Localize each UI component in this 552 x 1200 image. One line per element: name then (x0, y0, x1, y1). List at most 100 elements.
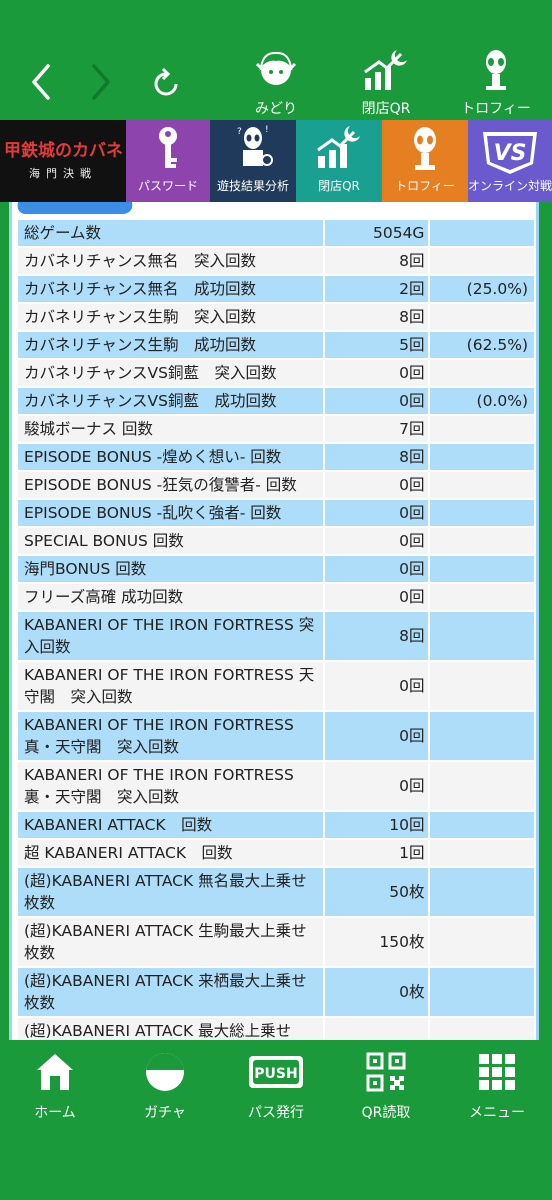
back-button[interactable] (28, 62, 54, 106)
stat-name: SPECIAL BONUS 回数 (18, 528, 324, 554)
stats-row: (超)KABANERI ATTACK 来栖最大上乗せ枚数 0枚 (18, 968, 534, 1016)
stat-name: EPISODE BONUS -乱吹く強者- 回数 (18, 500, 324, 526)
stat-percent (430, 248, 534, 274)
stats-row: (超)KABANERI ATTACK 無名最大上乗せ枚数 50枚 (18, 868, 534, 916)
stat-value: 0回 (325, 662, 429, 710)
closing-qr-label: 閉店QR (361, 101, 411, 117)
stats-row: EPISODE BONUS -煌めく想い- 回数 8回 (18, 444, 534, 470)
stat-percent (430, 840, 534, 866)
stats-row: SPECIAL BONUS 回数 0回 (18, 528, 534, 554)
stat-name: カバネリチャンス生駒 突入回数 (18, 304, 324, 330)
stat-name: KABANERI OF THE IRON FORTRESS 天守閣 突入回数 (18, 662, 324, 710)
category-analysis[interactable]: ?! 遊技結果分析 (210, 120, 296, 202)
menu-button[interactable]: メニュー (442, 1050, 552, 1122)
push-pass-icon: PUSH (249, 1056, 303, 1088)
stat-name: カバネリチャンス無名 突入回数 (18, 248, 324, 274)
pass-issue-button[interactable]: PUSH パス発行 (221, 1050, 331, 1122)
stat-value: 0回 (325, 712, 429, 760)
closing-qr-chart-icon (364, 50, 407, 90)
stat-value: 5054G (325, 220, 429, 246)
category-password[interactable]: パスワード (126, 120, 210, 202)
stat-value: 7回 (325, 416, 429, 442)
stats-row: フリーズ高確 成功回数 0回 (18, 584, 534, 610)
stat-percent (430, 584, 534, 610)
category-closing-qr[interactable]: 閉店QR (296, 120, 382, 202)
stat-name: (超)KABANERI ATTACK 無名最大上乗せ枚数 (18, 868, 324, 916)
home-button[interactable]: ホーム (0, 1050, 110, 1122)
stat-name: カバネリチャンスVS銅藍 成功回数 (18, 388, 324, 414)
menu-label: メニュー (469, 1105, 525, 1121)
chevron-right-icon (92, 64, 110, 100)
app-root: みどり 閉店QR トロフィー 甲鉄城のカバネリ 海門決戦 パスワード ? ! 遊… (0, 0, 552, 1200)
category-online-vs-label: オンライン対戦 (468, 179, 552, 193)
closing-qr-chart-icon (317, 126, 360, 168)
trophy-button[interactable]: トロフィー (448, 48, 544, 118)
stats-row: カバネリチャンスVS銅藍 突入回数 0回 (18, 360, 534, 386)
grid-menu-icon (479, 1054, 515, 1090)
stat-value: 8回 (325, 612, 429, 660)
stat-value: 0回 (325, 360, 429, 386)
category-password-label: パスワード (137, 179, 198, 193)
qr-code-icon (366, 1052, 406, 1092)
category-bar: 甲鉄城のカバネリ 海門決戦 パスワード ?! 遊技結果分析 閉店QR トロフィー… (0, 120, 552, 202)
stat-value: 2回 (325, 276, 429, 302)
chevron-left-icon (32, 64, 50, 100)
stat-percent (430, 528, 534, 554)
stats-row: EPISODE BONUS -乱吹く強者- 回数 0回 (18, 500, 534, 526)
category-trophy[interactable]: トロフィー (382, 120, 468, 202)
stat-percent (430, 556, 534, 582)
gacha-button[interactable]: ガチャ (110, 1050, 220, 1122)
stat-value: 8回 (325, 444, 429, 470)
category-trophy-label: トロフィー (395, 179, 455, 193)
stats-row: 海門BONUS 回数 0回 (18, 556, 534, 582)
stats-row: カバネリチャンスVS銅藍 成功回数 0回 (0.0%) (18, 388, 534, 414)
stat-value: 0回 (325, 388, 429, 414)
stat-name: (超)KABANERI ATTACK 来栖最大上乗せ枚数 (18, 968, 324, 1016)
stats-panel: 総ゲーム数 5054G カバネリチャンス無名 突入回数 8回 カバネリチャンス無名 成功… (9, 202, 539, 1040)
stat-value: 0回 (325, 528, 429, 554)
forward-button[interactable] (88, 62, 114, 106)
stat-value: 0枚 (325, 968, 429, 1016)
stat-value: 0回 (325, 584, 429, 610)
stat-value: 150枚 (325, 918, 429, 966)
stat-percent (430, 360, 534, 386)
reload-button[interactable] (152, 66, 182, 102)
stat-value: 5回 (325, 332, 429, 358)
stat-name: KABANERI OF THE IRON FORTRESS 真・天守閣 突入回数 (18, 712, 324, 760)
stat-percent: (62.5%) (430, 332, 534, 358)
category-online-vs[interactable]: VS ONLINE オンライン対戦 (468, 120, 552, 202)
svg-text:?: ? (237, 127, 242, 137)
stats-row: KABANERI OF THE IRON FORTRESS 突入回数 8回 (18, 612, 534, 660)
stat-value: 10回 (325, 812, 429, 838)
stat-value: 0回 (325, 472, 429, 498)
stat-name: 海門BONUS 回数 (18, 556, 324, 582)
game-logo-tile[interactable]: 甲鉄城のカバネリ 海門決戦 (0, 120, 140, 202)
stat-percent (430, 812, 534, 838)
stat-name: フリーズ高確 成功回数 (18, 584, 324, 610)
stat-percent (430, 472, 534, 498)
stat-percent: (25.0%) (430, 276, 534, 302)
stat-name: カバネリチャンス生駒 成功回数 (18, 332, 324, 358)
stats-row: カバネリチャンス無名 突入回数 8回 (18, 248, 534, 274)
content-area[interactable]: 総ゲーム数 5054G カバネリチャンス無名 突入回数 8回 カバネリチャンス無名 成功… (0, 202, 552, 1040)
key-icon (159, 127, 177, 168)
game-logo: 甲鉄城のカバネリ 海門決戦 (4, 136, 140, 181)
stat-value: 8回 (325, 304, 429, 330)
midori-character-icon (255, 51, 297, 85)
stat-name: EPISODE BONUS -狂気の復讐者- 回数 (18, 472, 324, 498)
closing-qr-button[interactable]: 閉店QR (338, 48, 434, 118)
stat-value: 50枚 (325, 868, 429, 916)
stat-value: 1回 (325, 840, 429, 866)
trophy-label: トロフィー (461, 101, 531, 117)
midori-label: みどり (255, 101, 297, 117)
stats-row: カバネリチャンス無名 成功回数 2回 (25.0%) (18, 276, 534, 302)
stat-value: 8回 (325, 248, 429, 274)
stat-percent: (0.0%) (430, 388, 534, 414)
panel-header-decoration (17, 202, 133, 214)
stats-row: カバネリチャンス生駒 成功回数 5回 (62.5%) (18, 332, 534, 358)
stats-row: カバネリチャンス生駒 突入回数 8回 (18, 304, 534, 330)
qr-read-button[interactable]: QR読取 (331, 1050, 441, 1122)
svg-text:PUSH: PUSH (254, 1066, 297, 1082)
top-navigation: みどり 閉店QR トロフィー (0, 0, 552, 120)
midori-button[interactable]: みどり (228, 48, 324, 118)
